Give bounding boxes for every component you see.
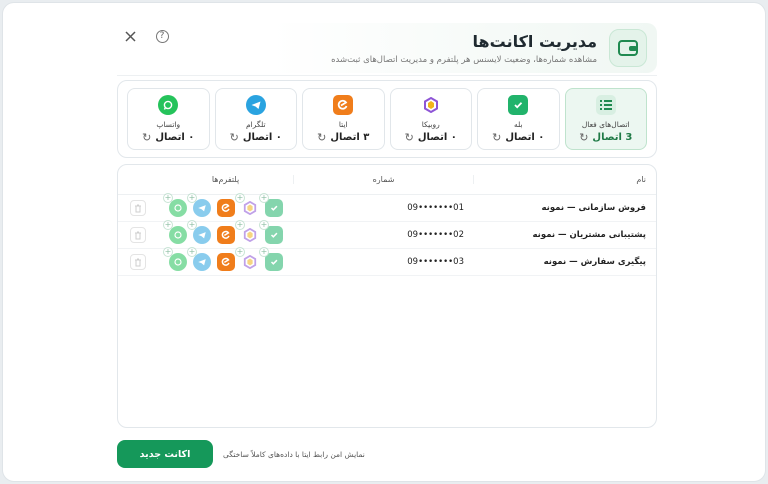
card-value: ۰ اتصال <box>242 131 282 143</box>
table-row: پشتیبانی مشتریان — نمونه 09•••••••02 + +… <box>118 220 656 249</box>
whatsapp-icon[interactable]: + <box>163 193 187 217</box>
table-row: فروش سازمانی — نمونه 09•••••••01 + + + + <box>118 193 656 222</box>
wallet-icon <box>609 29 647 67</box>
add-icon: + <box>163 193 173 203</box>
card-whatsapp[interactable]: واتساپ ۰ اتصال ↻ <box>127 88 210 150</box>
column-header-platforms: پلتفرم‌ها <box>158 175 294 184</box>
add-icon: + <box>235 220 245 230</box>
table-row: پیگیری سفارش — نمونه 09•••••••03 + + + + <box>118 247 656 276</box>
account-manager-dialog: ? مدیریت اکانت‌ها مشاهده شماره‌ها، وضعیت… <box>2 2 766 482</box>
accounts-table: نام شماره پلتفرم‌ها فروش سازمانی — نمونه… <box>117 164 657 428</box>
whatsapp-icon <box>158 94 179 115</box>
refresh-icon[interactable]: ↻ <box>142 131 151 144</box>
card-label: تلگرام <box>245 119 266 129</box>
refresh-icon[interactable]: ↻ <box>492 131 501 144</box>
trash-icon[interactable] <box>130 227 146 243</box>
account-name: فروش سازمانی — نمونه <box>541 203 647 213</box>
eitaa-icon <box>333 94 354 115</box>
table-header: نام شماره پلتفرم‌ها <box>118 165 656 195</box>
bale-icon[interactable]: + <box>259 193 283 217</box>
card-value: ۰ اتصال <box>505 131 545 143</box>
card-label: روبیکا <box>421 119 440 129</box>
add-icon: + <box>235 193 245 203</box>
card-active-connections[interactable]: اتصال‌های فعال 3 اتصال ↻ <box>564 88 647 150</box>
column-header-name: نام <box>636 175 646 184</box>
footer: اکانت جدید نمایش امن رابط ایتا با داده‌ه… <box>117 440 365 468</box>
eitaa-icon[interactable] <box>217 226 235 244</box>
bale-icon[interactable]: + <box>259 247 283 271</box>
telegram-icon[interactable]: + <box>187 220 211 244</box>
card-value: ۳ اتصال <box>330 131 370 143</box>
add-icon: + <box>235 247 245 257</box>
add-icon: + <box>187 193 197 203</box>
page-header: مدیریت اکانت‌ها مشاهده شماره‌ها، وضعیت ل… <box>271 23 657 73</box>
column-header-number: شماره <box>294 175 474 184</box>
add-icon: + <box>163 220 173 230</box>
bale-icon <box>508 94 529 115</box>
platform-summary-cards: اتصال‌های فعال 3 اتصال ↻ بله ۰ اتصال ↻ روب… <box>117 80 657 158</box>
add-icon: + <box>187 247 197 257</box>
telegram-icon[interactable]: + <box>187 193 211 217</box>
add-icon: + <box>187 220 197 230</box>
card-label: بله <box>513 119 523 129</box>
whatsapp-icon[interactable]: + <box>163 220 187 244</box>
close-icon[interactable] <box>123 29 137 43</box>
top-controls: ? <box>123 29 169 43</box>
trash-icon[interactable] <box>130 200 146 216</box>
add-icon: + <box>259 247 269 257</box>
trash-icon[interactable] <box>130 254 146 270</box>
refresh-icon[interactable]: ↻ <box>230 131 239 144</box>
whatsapp-icon[interactable]: + <box>163 247 187 271</box>
refresh-icon[interactable]: ↻ <box>405 131 414 144</box>
add-icon: + <box>163 247 173 257</box>
card-label: اتصال‌های فعال <box>581 119 630 129</box>
help-icon[interactable]: ? <box>155 29 169 43</box>
card-label: ایتا <box>338 119 348 129</box>
card-rubika[interactable]: روبیکا ۰ اتصال ↻ <box>389 88 472 150</box>
header-divider <box>117 75 657 76</box>
account-number: 09•••••••03 <box>407 257 464 267</box>
card-value: ۰ اتصال <box>417 131 457 143</box>
add-icon: + <box>259 193 269 203</box>
card-eitaa[interactable]: ایتا ۳ اتصال ↻ <box>302 88 385 150</box>
rubika-icon <box>421 95 441 115</box>
refresh-icon[interactable]: ↻ <box>579 131 588 144</box>
card-value: 3 اتصال <box>592 131 633 143</box>
demo-note: نمایش امن رابط ایتا با داده‌های کاملاً س… <box>223 449 365 459</box>
card-value: ۰ اتصال <box>155 131 195 143</box>
account-number: 09•••••••01 <box>407 203 464 213</box>
new-account-button[interactable]: اکانت جدید <box>117 440 213 468</box>
rubika-icon[interactable]: + <box>235 193 259 217</box>
bale-icon[interactable]: + <box>259 220 283 244</box>
rubika-icon[interactable]: + <box>235 220 259 244</box>
page-subtitle: مشاهده شماره‌ها، وضعیت لایسنس هر پلتفرم … <box>331 54 597 65</box>
eitaa-icon[interactable] <box>217 199 235 217</box>
card-label: واتساپ <box>156 119 181 129</box>
telegram-icon[interactable]: + <box>187 247 211 271</box>
add-icon: + <box>259 220 269 230</box>
refresh-icon[interactable]: ↻ <box>317 131 326 144</box>
list-icon <box>595 94 616 115</box>
account-number: 09•••••••02 <box>407 230 464 240</box>
telegram-icon <box>245 94 266 115</box>
account-name: پیگیری سفارش — نمونه <box>543 257 646 267</box>
eitaa-icon[interactable] <box>217 253 235 271</box>
rubika-icon[interactable]: + <box>235 247 259 271</box>
card-telegram[interactable]: تلگرام ۰ اتصال ↻ <box>214 88 297 150</box>
card-bale[interactable]: بله ۰ اتصال ↻ <box>477 88 560 150</box>
page-title: مدیریت اکانت‌ها <box>472 31 597 51</box>
account-name: پشتیبانی مشتریان — نمونه <box>532 230 646 240</box>
